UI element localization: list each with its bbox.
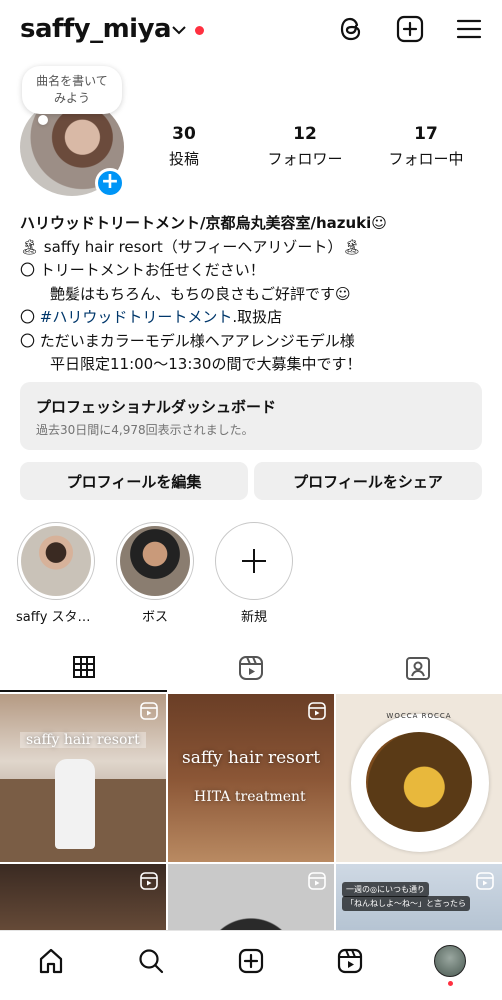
hashtag-link[interactable]: #ハリウッドトリートメント bbox=[40, 308, 233, 326]
highlight-new[interactable]: 新規 bbox=[214, 522, 294, 625]
professional-dashboard[interactable]: プロフェッショナルダッシュボード 過去30日間に4,978回表示されました。 bbox=[20, 382, 482, 450]
posts-label: 投稿 bbox=[168, 150, 199, 168]
post-tile[interactable]: WOCCA ROCCA bbox=[336, 694, 502, 862]
username[interactable]: saffy_miya bbox=[20, 14, 172, 44]
posts-grid: saffy hair resort saffy hair resort HITA… bbox=[0, 694, 502, 930]
grid-icon bbox=[72, 656, 95, 678]
reels-button[interactable] bbox=[330, 943, 370, 979]
create-button[interactable] bbox=[231, 943, 271, 979]
followers-stat[interactable]: 12 フォロワー bbox=[255, 124, 355, 169]
top-bar: saffy_miya bbox=[0, 0, 502, 62]
post-tile[interactable]: saffy hair resort HITA treatment bbox=[168, 694, 334, 862]
bio-line-1: 🏝 saffy hair resort（サフィーヘアリゾート）🏝 bbox=[20, 237, 362, 256]
highlight-ring bbox=[17, 522, 95, 600]
share-profile-button[interactable]: プロフィールをシェア bbox=[254, 462, 482, 500]
reel-icon bbox=[140, 702, 158, 724]
following-count: 17 bbox=[414, 124, 438, 144]
add-story-button[interactable]: + bbox=[95, 168, 125, 198]
post-caption: WOCCA ROCCA bbox=[386, 712, 452, 720]
chevron-down-icon[interactable] bbox=[172, 20, 186, 39]
bio-line-4: 〇 #ハリウッドトリートメント.取扱店 bbox=[20, 306, 490, 330]
tab-posts-grid[interactable] bbox=[0, 644, 167, 692]
display-name: ハリウッドトリートメント/京都烏丸美容室/hazuki☺ bbox=[20, 214, 387, 232]
highlight-label: ボス bbox=[141, 610, 168, 625]
tab-tagged[interactable] bbox=[334, 644, 501, 692]
notification-dot bbox=[195, 26, 204, 35]
highlight-label: 新規 bbox=[240, 610, 267, 625]
menu-icon[interactable] bbox=[454, 14, 484, 44]
post-tile[interactable] bbox=[168, 864, 334, 930]
note-tail bbox=[38, 115, 48, 125]
bio-line-2: 〇 トリートメントお任せください！ bbox=[20, 261, 265, 279]
post-tile[interactable] bbox=[0, 864, 166, 930]
post-caption: saffy hair resort bbox=[182, 748, 321, 768]
profile-avatar-small bbox=[434, 945, 466, 977]
tagged-icon bbox=[405, 657, 430, 680]
post-tile[interactable]: 一週の◎にいつも通り 「ねんねしよ～ね～」と言ったら bbox=[336, 864, 502, 930]
new-highlight-ring bbox=[215, 522, 293, 600]
bio-line-4-prefix: 〇 bbox=[20, 308, 40, 326]
threads-icon[interactable] bbox=[336, 14, 366, 44]
highlight-ring bbox=[116, 522, 194, 600]
note-text-line1: 曲名を書いて bbox=[36, 74, 108, 88]
post-caption: 「ねんねしよ～ね～」と言ったら bbox=[342, 896, 470, 911]
bio-line-6: 平日限定11:00～13:30の間で大募集中です！ bbox=[50, 355, 362, 373]
post-caption: saffy hair resort bbox=[20, 732, 146, 748]
bio-line-5: 〇 ただいまカラーモデル様ヘアアレンジモデル様 bbox=[20, 331, 355, 350]
note-text-line2: みよう bbox=[53, 91, 90, 105]
home-button[interactable] bbox=[31, 943, 71, 979]
bio-line-3: 艶髪はもちろん、もちの良さもご好評です☺ bbox=[50, 284, 351, 303]
posts-stat[interactable]: 30 投稿 bbox=[134, 124, 234, 169]
tab-reels[interactable] bbox=[167, 644, 334, 692]
reel-icon bbox=[476, 872, 494, 894]
reels-icon bbox=[238, 656, 263, 680]
create-icon[interactable] bbox=[395, 14, 425, 44]
person-figure bbox=[55, 759, 95, 849]
highlight-image bbox=[21, 526, 91, 596]
search-icon bbox=[139, 949, 164, 974]
note-bubble[interactable]: 曲名を書いて みよう bbox=[22, 66, 122, 114]
profile-button[interactable] bbox=[430, 943, 470, 979]
edit-profile-button[interactable]: プロフィールを編集 bbox=[20, 462, 248, 500]
bottom-nav bbox=[0, 930, 502, 1000]
create-icon bbox=[238, 948, 264, 974]
highlight-boss[interactable]: ボス bbox=[115, 522, 195, 625]
dashboard-subtitle: 過去30日間に4,978回表示されました。 bbox=[36, 423, 254, 437]
bio-line-4-suffix: .取扱店 bbox=[232, 308, 283, 326]
highlight-saffy[interactable]: saffy スタッ… bbox=[16, 522, 96, 625]
curry bbox=[366, 732, 472, 832]
posts-count: 30 bbox=[172, 124, 196, 144]
highlight-image bbox=[120, 526, 190, 596]
plus-icon bbox=[242, 549, 266, 573]
highlight-label: saffy スタッ… bbox=[16, 610, 96, 625]
post-caption: HITA treatment bbox=[194, 789, 306, 805]
content-tabs bbox=[0, 644, 502, 692]
following-label: フォロー中 bbox=[388, 150, 464, 168]
followers-label: フォロワー bbox=[267, 150, 343, 168]
followers-count: 12 bbox=[293, 124, 317, 144]
search-button[interactable] bbox=[131, 943, 171, 979]
post-caption: 一週の◎にいつも通り bbox=[342, 882, 429, 897]
reels-icon bbox=[337, 948, 363, 974]
reel-icon bbox=[308, 872, 326, 894]
post-tile[interactable]: saffy hair resort bbox=[0, 694, 166, 862]
dashboard-title: プロフェッショナルダッシュボード bbox=[36, 398, 277, 416]
home-icon bbox=[39, 948, 63, 974]
notification-dot bbox=[448, 981, 453, 986]
profile-bio: ハリウッドトリートメント/京都烏丸美容室/hazuki☺ 🏝 saffy hai… bbox=[20, 212, 490, 377]
reel-icon bbox=[140, 872, 158, 894]
reel-icon bbox=[308, 702, 326, 724]
following-stat[interactable]: 17 フォロー中 bbox=[376, 124, 476, 169]
